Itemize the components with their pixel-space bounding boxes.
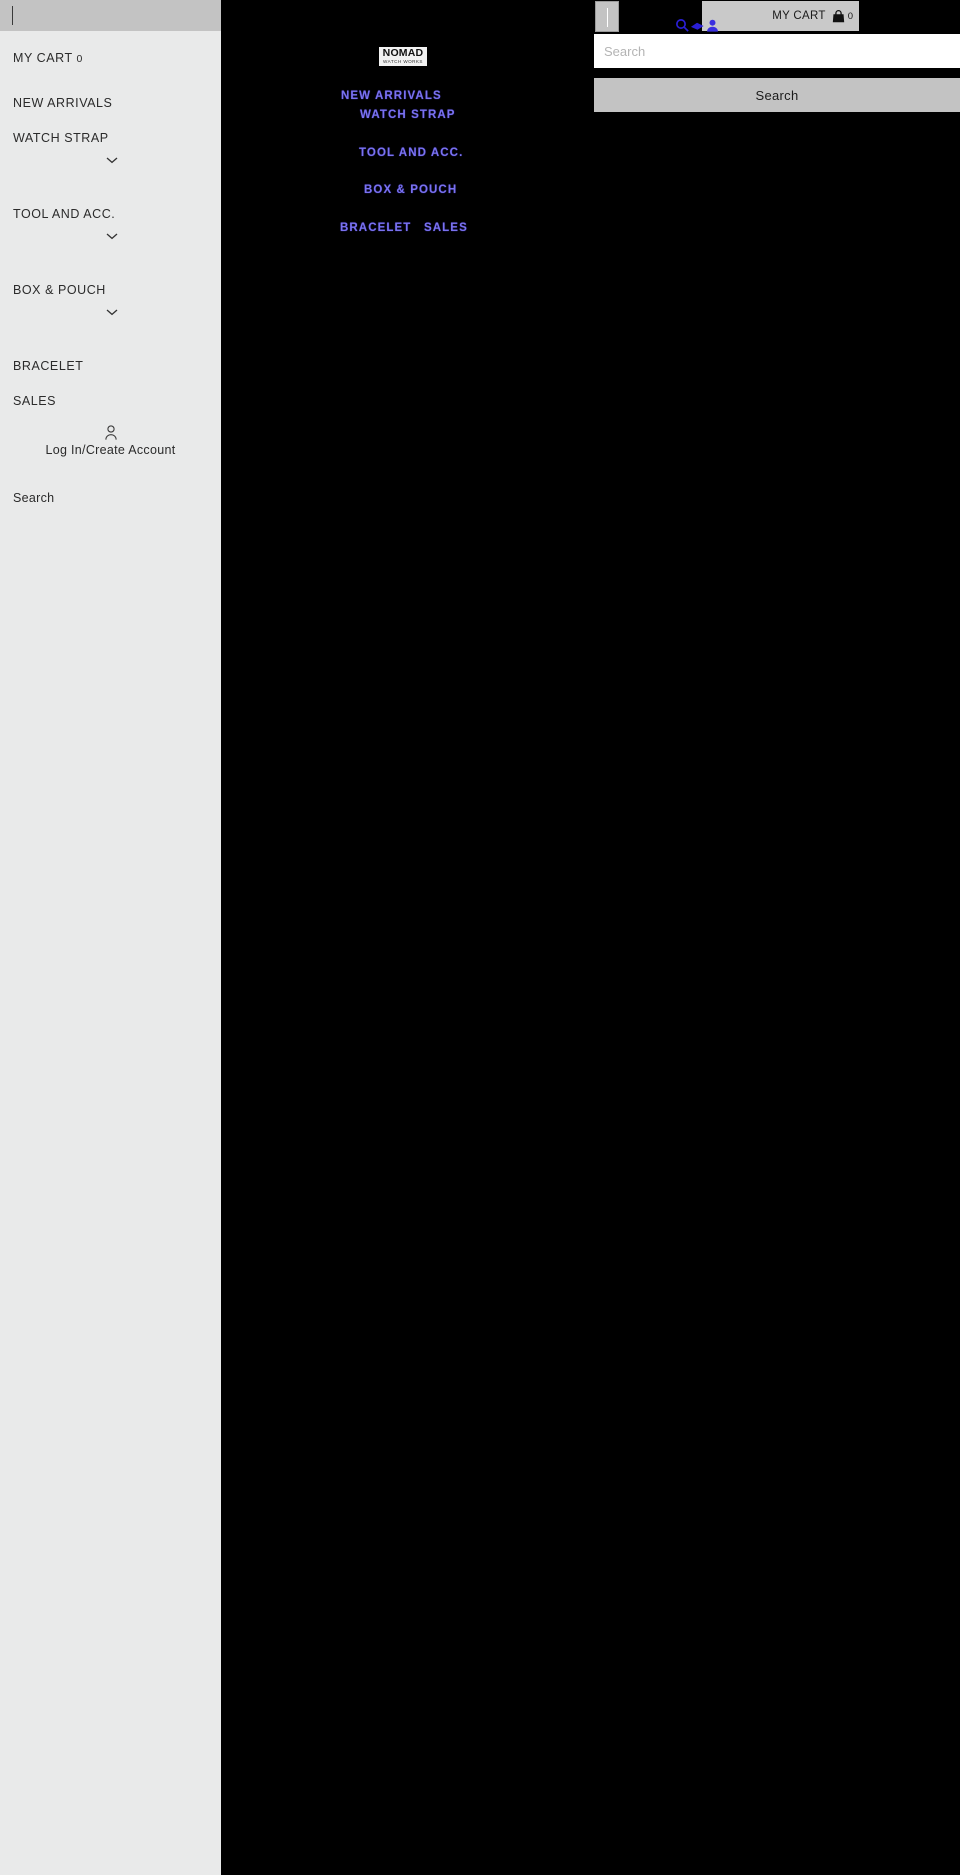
account-icon[interactable]	[705, 18, 720, 33]
drawer-cart-count: 0	[76, 53, 83, 65]
header-cart-label: MY CART	[772, 10, 826, 22]
cart-icon[interactable]	[690, 18, 705, 33]
stage-input-chip[interactable]	[595, 1, 619, 32]
chevron-down-icon[interactable]	[105, 307, 119, 317]
person-icon	[104, 425, 118, 440]
stage-nav-tool-and-acc[interactable]: TOOL AND ACC.	[359, 147, 463, 159]
sidebar-item-box-and-pouch[interactable]: BOX & POUCH	[13, 283, 106, 297]
stage-nav-box-and-pouch[interactable]: BOX & POUCH	[364, 184, 457, 196]
mobile-menu-drawer: MY CART 0 NEW ARRIVALS WATCH STRAP TOOL …	[0, 0, 221, 1875]
account-link[interactable]: Log In/Create Account	[0, 425, 221, 457]
drawer-cart-label: MY CART	[13, 51, 73, 65]
header-icon-cluster	[675, 18, 720, 33]
drawer-cart-link[interactable]: MY CART 0	[13, 51, 83, 66]
text-cursor	[607, 8, 608, 27]
stage-nav-bracelet[interactable]: BRACELET	[340, 222, 411, 234]
chevron-down-icon[interactable]	[105, 231, 119, 241]
stage-nav-new-arrivals[interactable]: NEW ARRIVALS	[341, 90, 442, 102]
sidebar-item-watch-strap[interactable]: WATCH STRAP	[13, 131, 109, 145]
search-submit-button[interactable]: Search	[594, 78, 960, 112]
drawer-search-link[interactable]: Search	[13, 491, 54, 505]
shopping-bag-icon	[832, 9, 845, 23]
stage-nav-watch-strap[interactable]: WATCH STRAP	[360, 109, 456, 121]
header-cart-count: 0	[847, 10, 853, 22]
account-label: Log In/Create Account	[45, 443, 176, 457]
header-cart-button[interactable]: MY CART 0	[702, 1, 859, 31]
text-cursor	[12, 6, 13, 25]
chevron-down-icon[interactable]	[105, 155, 119, 165]
sidebar-item-new-arrivals[interactable]: NEW ARRIVALS	[13, 96, 112, 110]
page-root: MY CART 0 Search Search NOMAD WATCH WORK…	[0, 0, 960, 1875]
sidebar-item-sales[interactable]: SALES	[13, 394, 56, 408]
drawer-search-bar[interactable]	[0, 0, 221, 31]
search-icon[interactable]	[675, 18, 690, 33]
main-stage: MY CART 0 Search Search NOMAD WATCH WORK…	[221, 0, 960, 1875]
brand-logo[interactable]: NOMAD WATCH WORKS	[379, 47, 427, 66]
sidebar-item-tool-and-acc[interactable]: TOOL AND ACC.	[13, 207, 115, 221]
brand-name: NOMAD	[382, 47, 424, 60]
sidebar-item-bracelet[interactable]: BRACELET	[13, 359, 83, 373]
search-input[interactable]	[594, 34, 960, 68]
stage-nav-sales[interactable]: SALES	[424, 222, 468, 234]
brand-tagline: WATCH WORKS	[383, 58, 423, 64]
